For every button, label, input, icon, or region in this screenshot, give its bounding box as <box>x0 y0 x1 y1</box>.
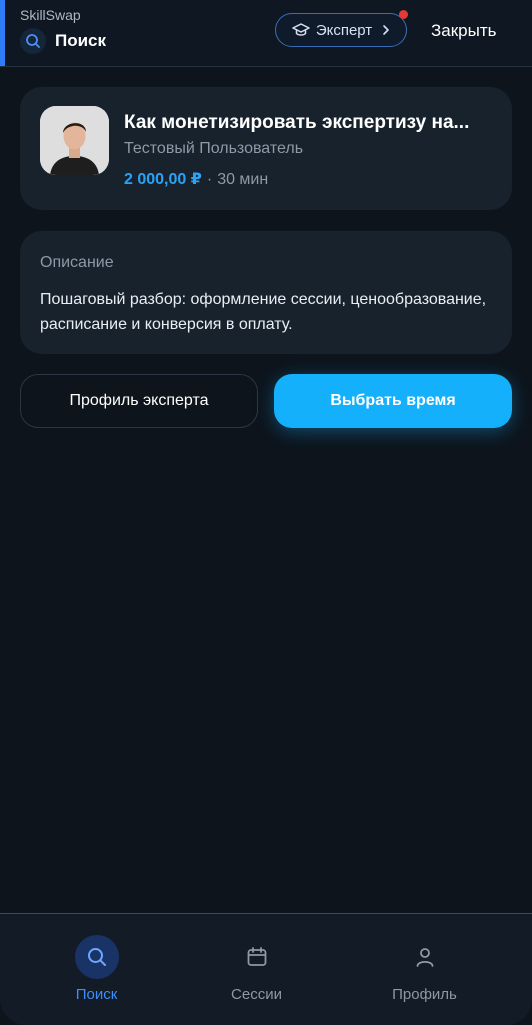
header-accent-stripe <box>0 0 5 66</box>
description-label: Описание <box>40 254 114 271</box>
nav-title-group: Поиск <box>20 28 106 54</box>
session-price: 2 000,00 ₽ <box>124 171 202 188</box>
session-author: Тестовый Пользователь <box>124 140 304 157</box>
tab-search[interactable]: Поиск <box>8 914 185 1025</box>
graduation-cap-icon <box>292 22 310 38</box>
notification-dot <box>399 10 408 19</box>
meta-separator: · <box>206 171 213 188</box>
close-button[interactable]: Закрыть <box>431 21 496 41</box>
tab-profile[interactable]: Профиль <box>336 914 513 1025</box>
session-title: Как монетизировать экспертизу на... <box>124 112 470 133</box>
description-card: Описание Пошаговый разбор: оформление се… <box>20 231 512 354</box>
app-name: SkillSwap <box>20 7 81 23</box>
session-card[interactable]: Как монетизировать экспертизу на... Тест… <box>20 87 512 210</box>
search-icon <box>74 935 119 979</box>
session-meta: 2 000,00 ₽ · 30 мин <box>124 169 268 189</box>
bottom-tab-bar: Поиск Сессии Профиль <box>0 913 532 1025</box>
choose-time-button[interactable]: Выбрать время <box>274 374 512 428</box>
description-text: Пошаговый разбор: оформление сессии, цен… <box>40 291 487 333</box>
tab-sessions-label: Сессии <box>231 986 282 1003</box>
user-icon <box>403 935 447 979</box>
top-bar: SkillSwap Поиск Эксперт Закрыть <box>0 0 532 67</box>
search-icon <box>20 28 46 54</box>
session-duration: 30 мин <box>217 171 269 188</box>
page-title: Поиск <box>55 31 107 50</box>
tab-search-label: Поиск <box>75 986 118 1003</box>
avatar <box>40 106 109 175</box>
calendar-icon <box>235 935 279 979</box>
expert-mode-button[interactable]: Эксперт <box>275 13 407 47</box>
tab-profile-label: Профиль <box>392 986 457 1003</box>
tab-sessions[interactable]: Сессии <box>168 914 345 1025</box>
expert-profile-button[interactable]: Профиль эксперта <box>20 374 258 428</box>
expert-mode-label: Эксперт <box>315 21 373 39</box>
chevron-right-icon <box>382 24 390 36</box>
